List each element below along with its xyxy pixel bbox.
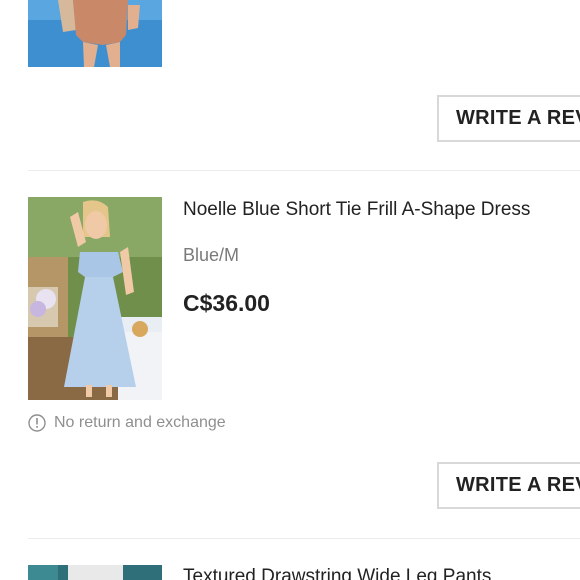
romper-product-image[interactable] bbox=[28, 0, 162, 67]
notice-text: No return and exchange bbox=[54, 414, 226, 431]
blue-dress-product-image[interactable] bbox=[28, 197, 162, 400]
write-review-button[interactable]: WRITE A REVIEW bbox=[437, 95, 580, 142]
order-items-page: WRITE A REVIEW Noelle Blue Short Tie Fri… bbox=[0, 0, 580, 580]
item-divider bbox=[28, 170, 580, 171]
product-name[interactable]: Textured Drawstring Wide Leg Pants bbox=[183, 566, 491, 580]
pants-product-image[interactable] bbox=[28, 565, 162, 580]
return-policy-notice: No return and exchange bbox=[28, 414, 226, 432]
product-name[interactable]: Noelle Blue Short Tie Frill A-Shape Dres… bbox=[183, 199, 530, 221]
info-circle-icon bbox=[28, 414, 46, 432]
product-variant: Blue/M bbox=[183, 245, 240, 265]
write-review-button[interactable]: WRITE A REVIEW bbox=[437, 462, 580, 509]
product-price: C$36.00 bbox=[183, 290, 270, 316]
item-divider bbox=[28, 538, 580, 539]
